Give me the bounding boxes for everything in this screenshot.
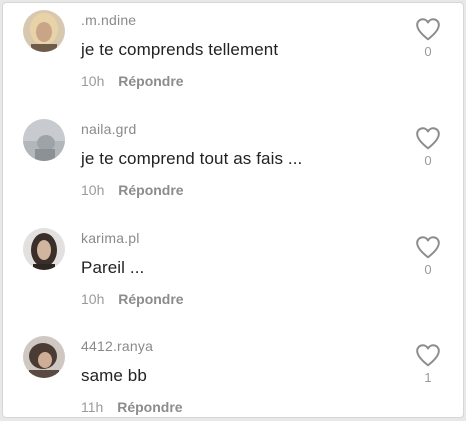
avatar[interactable] xyxy=(23,336,65,378)
avatar[interactable] xyxy=(23,119,65,161)
comment-text: Pareil ... xyxy=(81,258,145,277)
avatar-image xyxy=(23,336,65,378)
comment-item: 4412.ranya same bb 11h Répondre 1 xyxy=(3,329,463,417)
reply-button[interactable]: Répondre xyxy=(118,291,183,307)
reply-button[interactable]: Répondre xyxy=(118,182,183,198)
comment-username[interactable]: .m.ndine xyxy=(81,12,136,28)
comment-list: .m.ndine je te comprends tellement 10h R… xyxy=(2,2,464,418)
like-count: 0 xyxy=(424,262,432,277)
comment-meta: 10h Répondre xyxy=(81,291,184,307)
avatar[interactable] xyxy=(23,228,65,270)
comment-time: 11h xyxy=(81,399,104,415)
comment-meta: 10h Répondre xyxy=(81,73,184,89)
comment-time: 10h xyxy=(81,291,105,307)
reply-button[interactable]: Répondre xyxy=(117,399,182,415)
avatar[interactable] xyxy=(23,10,65,52)
comment-meta: 10h Répondre xyxy=(81,182,184,198)
avatar-image xyxy=(23,228,65,270)
comment-time: 10h xyxy=(81,73,105,89)
comment-item: naila.grd je te comprend tout as fais ..… xyxy=(3,112,463,216)
heart-outline-icon xyxy=(416,18,440,41)
avatar-image xyxy=(23,119,65,161)
comment-item: .m.ndine je te comprends tellement 10h R… xyxy=(3,3,463,107)
like-button[interactable]: 0 xyxy=(413,235,443,277)
comment-meta: 11h Répondre xyxy=(81,399,183,415)
avatar-image xyxy=(23,10,65,52)
comment-text: same bb xyxy=(81,366,147,385)
reply-button[interactable]: Répondre xyxy=(118,73,183,89)
comment-text: je te comprend tout as fais ... xyxy=(81,149,303,168)
comment-username[interactable]: 4412.ranya xyxy=(81,338,153,354)
like-button[interactable]: 1 xyxy=(413,343,443,385)
comment-username[interactable]: karima.pl xyxy=(81,230,140,246)
heart-outline-icon xyxy=(416,127,440,150)
comment-time: 10h xyxy=(81,182,105,198)
heart-outline-icon xyxy=(416,236,440,259)
like-button[interactable]: 0 xyxy=(413,126,443,168)
like-count: 0 xyxy=(424,153,432,168)
comment-item: karima.pl Pareil ... 10h Répondre 0 xyxy=(3,221,463,325)
like-count: 0 xyxy=(424,44,432,59)
comment-username[interactable]: naila.grd xyxy=(81,121,137,137)
comment-text: je te comprends tellement xyxy=(81,40,279,59)
heart-outline-icon xyxy=(416,344,440,367)
like-count: 1 xyxy=(424,370,432,385)
like-button[interactable]: 0 xyxy=(413,17,443,59)
